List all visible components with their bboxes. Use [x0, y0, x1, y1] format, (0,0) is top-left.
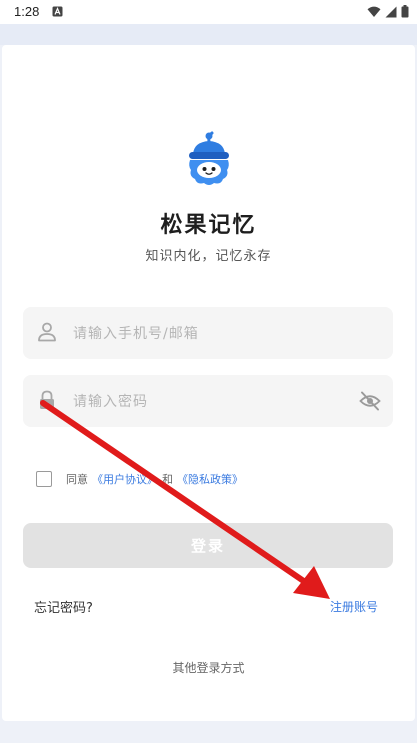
lock-icon: [40, 390, 54, 409]
password-input-box[interactable]: [23, 375, 393, 429]
password-input[interactable]: [71, 375, 345, 429]
battery-icon: [401, 5, 409, 18]
agreement-checkbox[interactable]: [36, 471, 52, 487]
signal-icon: [385, 6, 397, 17]
eye-off-icon[interactable]: [359, 390, 381, 412]
status-icons: [367, 5, 409, 18]
agreement-prefix: 同意: [66, 473, 88, 486]
status-bar: 1:28: [0, 0, 417, 24]
login-button[interactable]: 登录: [23, 523, 393, 568]
bottom-band: [0, 721, 417, 743]
notification-a-icon: [52, 6, 63, 17]
user-icon: [38, 322, 56, 342]
pinecone-mascot-icon: [189, 131, 229, 185]
status-time: 1:28: [14, 4, 40, 19]
app-slogan: 知识内化，记忆永存: [145, 249, 272, 264]
app-title: 松果记忆: [160, 213, 257, 238]
privacy-policy-link[interactable]: 《隐私政策》: [177, 471, 243, 487]
account-input-box[interactable]: [23, 307, 393, 361]
user-agreement-link[interactable]: 《用户协议》: [92, 471, 158, 487]
forgot-password-link[interactable]: 忘记密码?: [34, 597, 93, 616]
wifi-icon: [367, 6, 381, 17]
account-input[interactable]: [71, 307, 345, 361]
other-login-methods[interactable]: 其他登录方式: [0, 659, 417, 676]
agreement-row: 同意 《用户协议》 和 《隐私政策》: [36, 470, 247, 488]
agreement-and: 和: [162, 473, 173, 486]
top-band: [0, 24, 417, 45]
register-link[interactable]: 注册账号: [330, 598, 378, 615]
